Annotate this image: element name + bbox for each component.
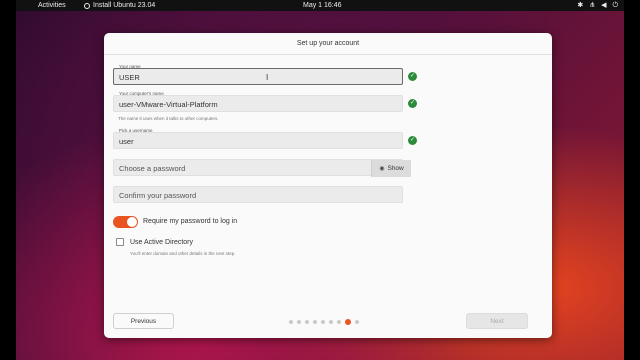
show-password-button[interactable]: ◉ Show [371, 160, 411, 177]
computer-name-caption: Your computer's name [119, 91, 164, 96]
your-name-value: USER [119, 73, 140, 82]
username-caption: Pick a username [119, 128, 153, 133]
text-cursor-icon: I [266, 73, 269, 82]
activities-button[interactable]: Activities [38, 2, 66, 9]
next-label: Next [490, 317, 504, 325]
computer-valid-check-icon: ✓ [408, 99, 417, 108]
progress-dot [289, 320, 293, 324]
system-tray[interactable]: ✱ ⋔ ◀ ⏻ [577, 0, 618, 11]
dialog-header: Set up your account [104, 33, 552, 55]
volume-icon[interactable]: ◀ [601, 0, 606, 11]
dialog-title: Set up your account [296, 40, 360, 47]
progress-dot [297, 320, 301, 324]
toggle-knob [127, 217, 137, 227]
setup-account-dialog: Set up your account Your name USER ✓ I Y… [104, 33, 552, 338]
progress-dot [321, 320, 325, 324]
password-field[interactable]: Choose a password ◉ Show [113, 159, 411, 177]
app-name: Install Ubuntu 23.04 [93, 2, 156, 9]
next-button[interactable]: Next [466, 313, 528, 329]
progress-dots [289, 319, 359, 325]
username-value: user [119, 137, 134, 146]
progress-dot [305, 320, 309, 324]
eye-icon: ◉ [379, 166, 385, 172]
previous-label: Previous [130, 317, 157, 325]
progress-dot [313, 320, 317, 324]
active-directory-hint: You'll enter domain and other details in… [130, 251, 236, 256]
installer-icon [84, 2, 90, 9]
active-directory-checkbox[interactable] [116, 238, 124, 246]
your-name-caption: Your name [119, 64, 141, 69]
clock[interactable]: May 1 16:46 [303, 2, 342, 9]
show-label: Show [387, 165, 404, 172]
app-menu[interactable]: Install Ubuntu 23.04 [84, 2, 155, 9]
desktop: Activities Install Ubuntu 23.04 May 1 16… [16, 0, 624, 360]
require-password-label: Require my password to log in [143, 218, 238, 225]
accessibility-icon[interactable]: ✱ [577, 0, 583, 11]
computer-name-hint: The name it uses when it talks to other … [118, 116, 219, 121]
network-icon[interactable]: ⋔ [589, 0, 595, 11]
active-directory-label: Use Active Directory [130, 239, 194, 246]
top-bar: Activities Install Ubuntu 23.04 May 1 16… [16, 0, 624, 11]
name-valid-check-icon: ✓ [408, 72, 417, 81]
progress-dot [329, 320, 333, 324]
your-name-field[interactable]: Your name USER [113, 64, 403, 85]
progress-dot [355, 320, 359, 324]
power-icon[interactable]: ⏻ [612, 0, 618, 11]
username-valid-check-icon: ✓ [408, 136, 417, 145]
previous-button[interactable]: Previous [113, 313, 174, 329]
confirm-password-field[interactable]: Confirm your password [113, 186, 403, 203]
progress-dot [337, 320, 341, 324]
require-password-toggle[interactable] [113, 216, 138, 228]
computer-name-field[interactable]: Your computer's name user-VMware-Virtual… [113, 91, 403, 112]
confirm-password-placeholder: Confirm your password [119, 191, 197, 200]
username-field[interactable]: Pick a username user [113, 128, 403, 149]
progress-dot-current [345, 319, 351, 325]
computer-name-value: user-VMware-Virtual-Platform [119, 100, 218, 109]
password-placeholder: Choose a password [119, 164, 186, 173]
